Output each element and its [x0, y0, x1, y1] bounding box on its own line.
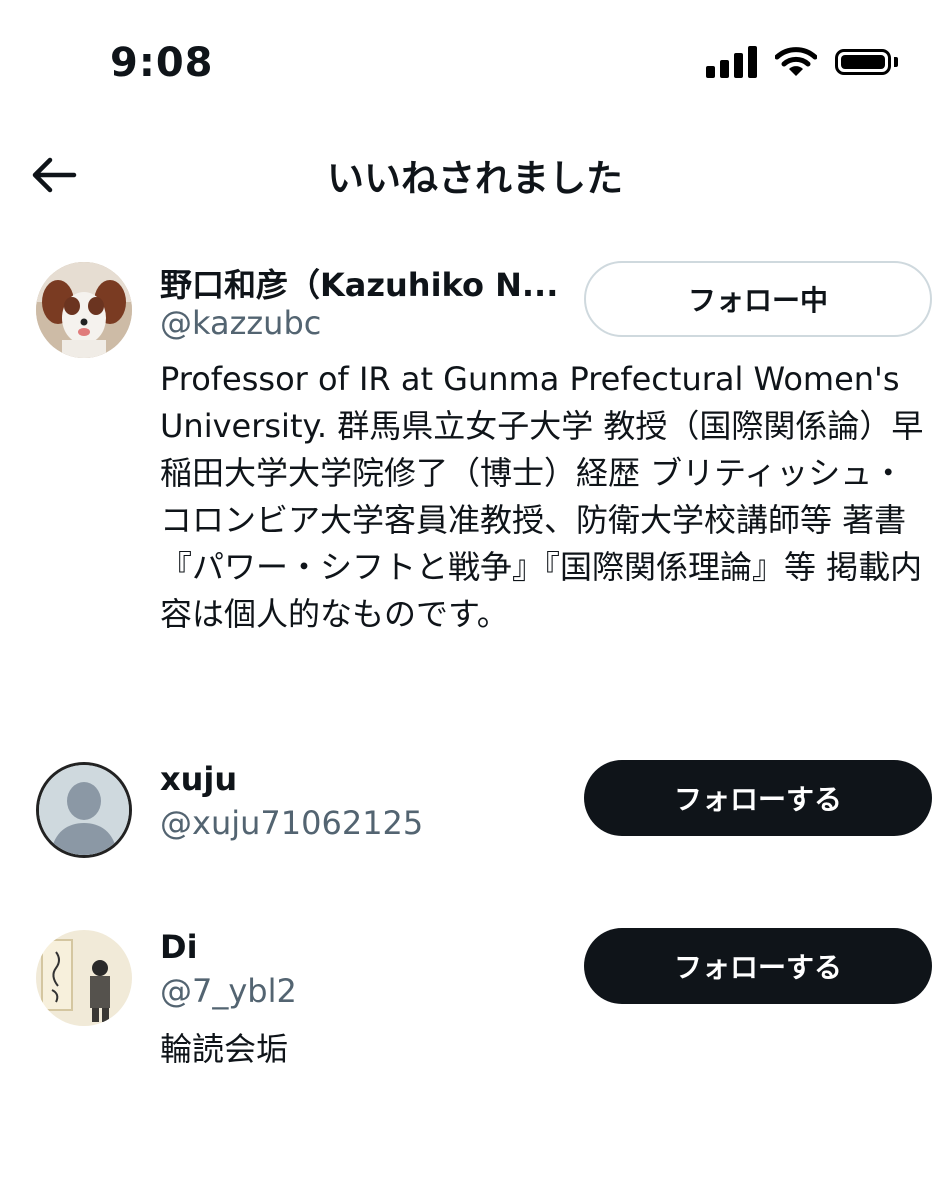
status-icons [706, 46, 898, 78]
status-bar: 9:08 [0, 0, 950, 130]
avatar[interactable] [36, 762, 132, 858]
battery-icon [835, 49, 898, 75]
status-time: 9:08 [110, 40, 214, 86]
display-name: Di [160, 928, 198, 966]
follow-button[interactable]: フォローする [584, 928, 932, 1004]
user-bio: Professor of IR at Gunma Prefectural Wom… [160, 360, 924, 633]
page-title: いいねされました [327, 157, 623, 200]
cellular-signal-icon [706, 46, 757, 78]
avatar[interactable] [36, 262, 132, 358]
display-name: 野口和彦（Kazuhiko N... [160, 266, 559, 304]
user-handle: @7_ybl2 [160, 972, 297, 1010]
follow-button[interactable]: フォローする [584, 760, 932, 836]
display-name: xuju [160, 760, 238, 798]
avatar[interactable] [36, 930, 132, 1026]
following-button[interactable]: フォロー中 [584, 261, 932, 337]
nav-header: いいねされました [0, 135, 950, 215]
user-handle: @xuju71062125 [160, 804, 424, 842]
user-bio: 輪読会垢 [160, 1030, 289, 1068]
user-handle: @kazzubc [160, 304, 322, 342]
wifi-icon [775, 47, 817, 76]
default-avatar-icon [39, 765, 129, 855]
